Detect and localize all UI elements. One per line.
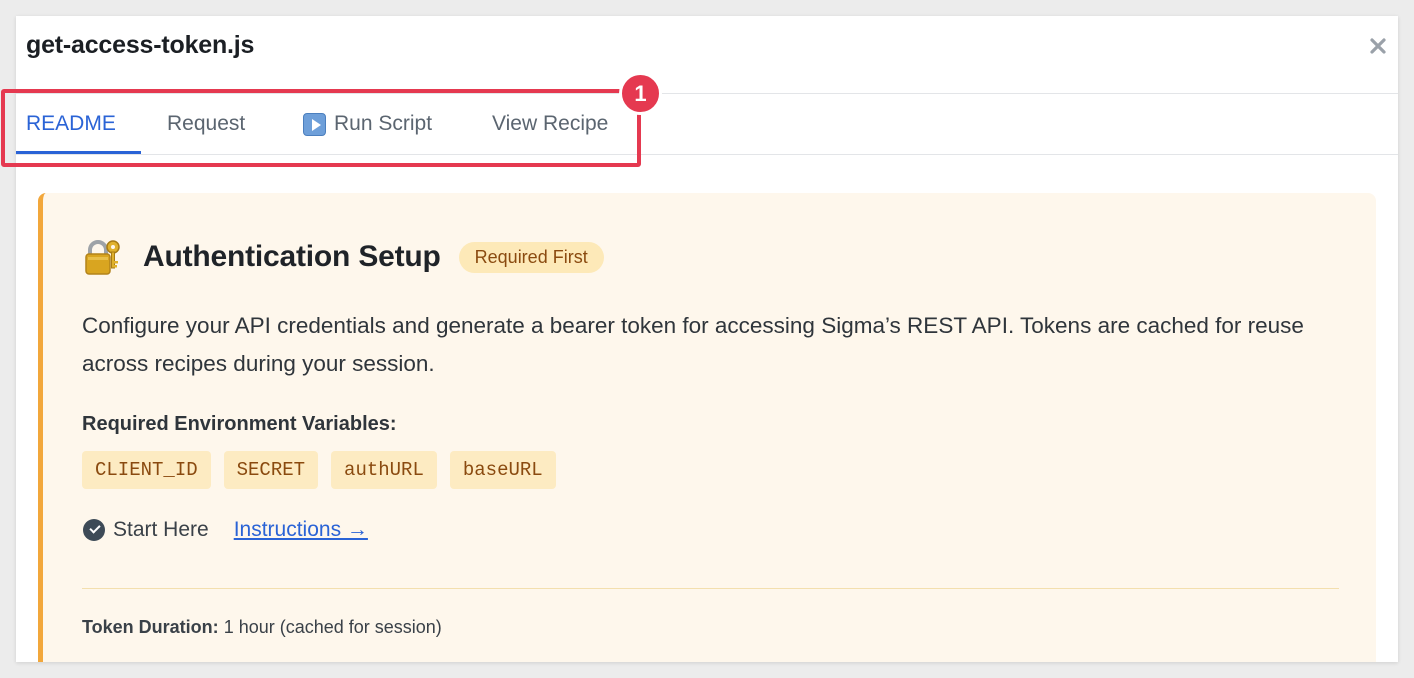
script-modal: get-access-token.js README Request Run S… [16,16,1398,662]
tab-view-recipe[interactable]: View Recipe [492,94,608,154]
start-here-row: Start Here Instructions → [83,518,368,542]
token-duration-value: 1 hour (cached for session) [223,617,442,637]
required-first-badge: Required First [458,241,604,273]
env-vars-label: Required Environment Variables: [82,413,397,435]
tab-request-label: Request [167,112,246,135]
close-icon [1370,38,1386,54]
divider [82,588,1339,589]
env-vars-list: CLIENT_ID SECRET authURL baseURL [82,451,556,489]
tab-readme[interactable]: README [26,94,116,154]
auth-setup-card: Authentication Setup Required First Conf… [38,193,1376,662]
instructions-link[interactable]: Instructions → [234,518,368,542]
env-var-chip: authURL [331,451,437,489]
close-button[interactable] [1366,34,1390,58]
modal-header: get-access-token.js [16,16,1398,94]
env-var-chip: SECRET [223,451,319,489]
env-var-chip: CLIENT_ID [82,451,211,489]
tab-run-script[interactable]: Run Script [303,94,432,154]
card-description: Configure your API credentials and gener… [82,313,1304,376]
check-circle-icon [83,519,105,541]
card-heading: Authentication Setup Required First [83,237,604,277]
play-button-icon [303,112,326,136]
tab-view-recipe-label: View Recipe [492,112,609,135]
active-tab-indicator [16,151,141,154]
modal-title: get-access-token.js [26,31,255,59]
tab-readme-label: README [26,112,116,135]
tab-request[interactable]: Request [167,94,245,154]
env-var-chip: baseURL [449,451,556,489]
tab-run-script-label: Run Script [334,112,433,135]
tab-bar: README Request Run Script View Recipe [16,94,1398,155]
locked-with-key-icon [85,240,120,275]
token-duration-label: Token Duration: [82,617,219,637]
token-duration: Token Duration: 1 hour (cached for sessi… [82,617,442,638]
card-title: Authentication Setup [143,240,441,273]
start-here-label: Start Here [113,518,209,541]
